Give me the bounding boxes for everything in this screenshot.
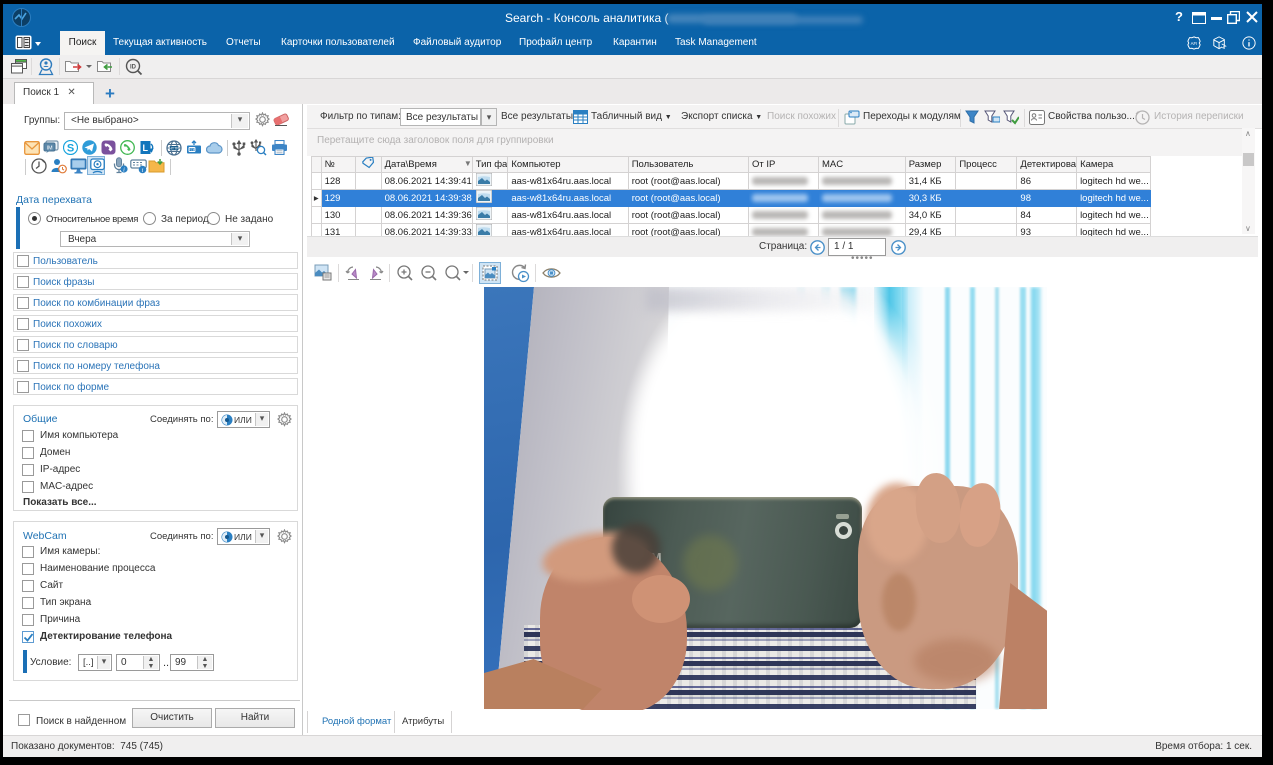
svg-text:ID: ID	[130, 65, 137, 71]
svg-text:S: S	[67, 143, 74, 155]
svg-text:FTP: FTP	[189, 148, 196, 152]
svg-text:AFI: AFI	[1191, 41, 1198, 46]
svg-text:HTTP: HTTP	[169, 147, 179, 151]
svg-text:L: L	[143, 143, 149, 153]
svg-text:IM: IM	[46, 146, 53, 152]
